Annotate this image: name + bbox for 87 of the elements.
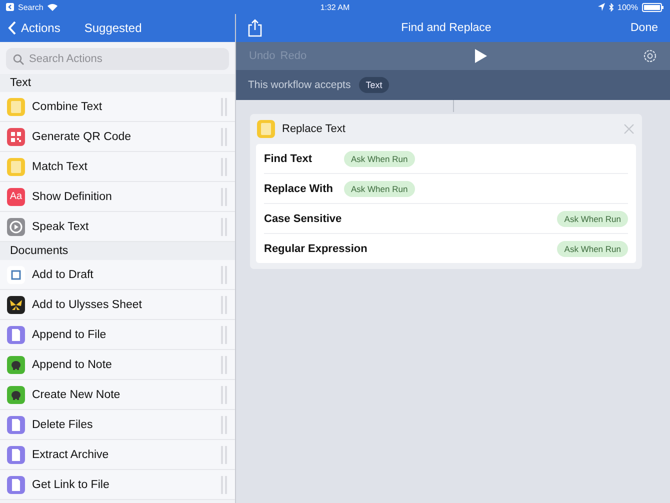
ask-when-run-token[interactable]: Ask When Run [344, 180, 415, 196]
close-icon [624, 124, 634, 134]
share-icon [248, 19, 262, 37]
bluetooth-icon [608, 2, 614, 12]
action-name: Append to Note [32, 358, 113, 370]
notepad-icon [7, 98, 25, 116]
drag-handle-icon [221, 266, 227, 284]
action-name: Add to Draft [32, 268, 94, 280]
action-list-item[interactable]: Add to Draft [0, 260, 235, 290]
battery-icon [642, 2, 664, 12]
chevron-left-icon [8, 21, 16, 35]
sidebar-title: Suggested [84, 21, 142, 35]
action-name: Match Text [32, 160, 88, 172]
action-list-item[interactable]: Add to Ulysses Sheet [0, 290, 235, 320]
draft-icon [7, 266, 25, 284]
action-name: Create New Note [32, 388, 122, 400]
action-list-item[interactable]: Generate QR Code [0, 122, 235, 152]
action-list-item[interactable]: Aa Show Definition [0, 182, 235, 212]
section-header: Text [0, 74, 235, 92]
action-name: Show Definition [32, 190, 113, 202]
action-name: Add to Ulysses Sheet [32, 298, 143, 310]
action-list-item[interactable]: Create New Note [0, 380, 235, 410]
action-name: Delete Files [32, 418, 94, 430]
drag-handle-icon [221, 386, 227, 404]
drag-handle-icon [221, 218, 227, 236]
share-button[interactable] [248, 19, 262, 37]
speaker-icon [7, 218, 25, 236]
drag-handle-icon [221, 128, 227, 146]
action-list-item[interactable]: Append to Note [0, 350, 235, 380]
document-icon [7, 446, 25, 464]
back-to-app-link[interactable]: Search [18, 2, 44, 12]
location-icon [598, 3, 605, 11]
parameter-label: Regular Expression [264, 242, 368, 254]
action-list-item[interactable]: Speak Text [0, 212, 235, 242]
notepad-icon [257, 120, 275, 138]
action-list-item[interactable]: Extract Archive [0, 440, 235, 470]
drag-handle-icon [221, 98, 227, 116]
action-list-item[interactable]: Delete Files [0, 410, 235, 440]
parameter-label: Case Sensitive [264, 212, 343, 224]
document-icon [7, 326, 25, 344]
drag-handle-icon [221, 326, 227, 344]
elephant-icon [7, 356, 25, 374]
ask-when-run-token[interactable]: Ask When Run [344, 150, 415, 166]
drag-handle-icon [221, 476, 227, 494]
action-list-item[interactable]: Match Text [0, 152, 235, 182]
dictionary-icon: Aa [7, 188, 25, 206]
drag-handle-icon [221, 296, 227, 314]
play-button[interactable] [475, 49, 487, 63]
ask-when-run-token[interactable]: Ask When Run [557, 240, 628, 256]
action-name: Generate QR Code [32, 130, 132, 142]
section-header: Documents [0, 242, 235, 260]
action-title: Replace Text [282, 123, 346, 135]
action-name: Get Link to File [32, 478, 110, 490]
workflow-title: Find and Replace [401, 22, 492, 34]
action-name: Combine Text [32, 100, 104, 112]
back-button[interactable]: Actions [8, 21, 60, 35]
qr-code-icon [7, 128, 25, 146]
action-list-item[interactable]: Combine Text [0, 92, 235, 122]
parameter-label: Find Text [264, 152, 314, 164]
action-list-item[interactable]: Append to File [0, 320, 235, 350]
status-time: 1:32 AM [319, 2, 351, 12]
wifi-icon [47, 3, 58, 11]
action-name: Extract Archive [32, 448, 110, 460]
notepad-icon [7, 158, 25, 176]
document-icon [7, 476, 25, 494]
parameter-label: Replace With [264, 182, 334, 194]
play-icon [475, 49, 487, 63]
butterfly-icon [7, 296, 25, 314]
drag-handle-icon [221, 356, 227, 374]
drag-handle-icon [221, 188, 227, 206]
document-icon [7, 416, 25, 434]
accepts-label: This workflow accepts [248, 79, 351, 91]
drag-handle-icon [221, 158, 227, 176]
back-app-icon [6, 3, 14, 11]
battery-percent: 100% [618, 2, 638, 12]
search-field[interactable]: Search Actions [6, 48, 229, 70]
drag-handle-icon [221, 416, 227, 434]
elephant-icon [7, 386, 25, 404]
input-type-tag: Text [358, 77, 390, 93]
settings-icon [643, 49, 657, 63]
settings-button[interactable] [643, 49, 657, 63]
done-button[interactable]: Done [630, 22, 658, 34]
action-list-item[interactable]: Get Link to File [0, 470, 235, 500]
ask-when-run-token[interactable]: Ask When Run [557, 210, 628, 226]
drag-handle-icon [221, 446, 227, 464]
action-name: Speak Text [32, 220, 90, 232]
action-name: Append to File [32, 328, 108, 340]
